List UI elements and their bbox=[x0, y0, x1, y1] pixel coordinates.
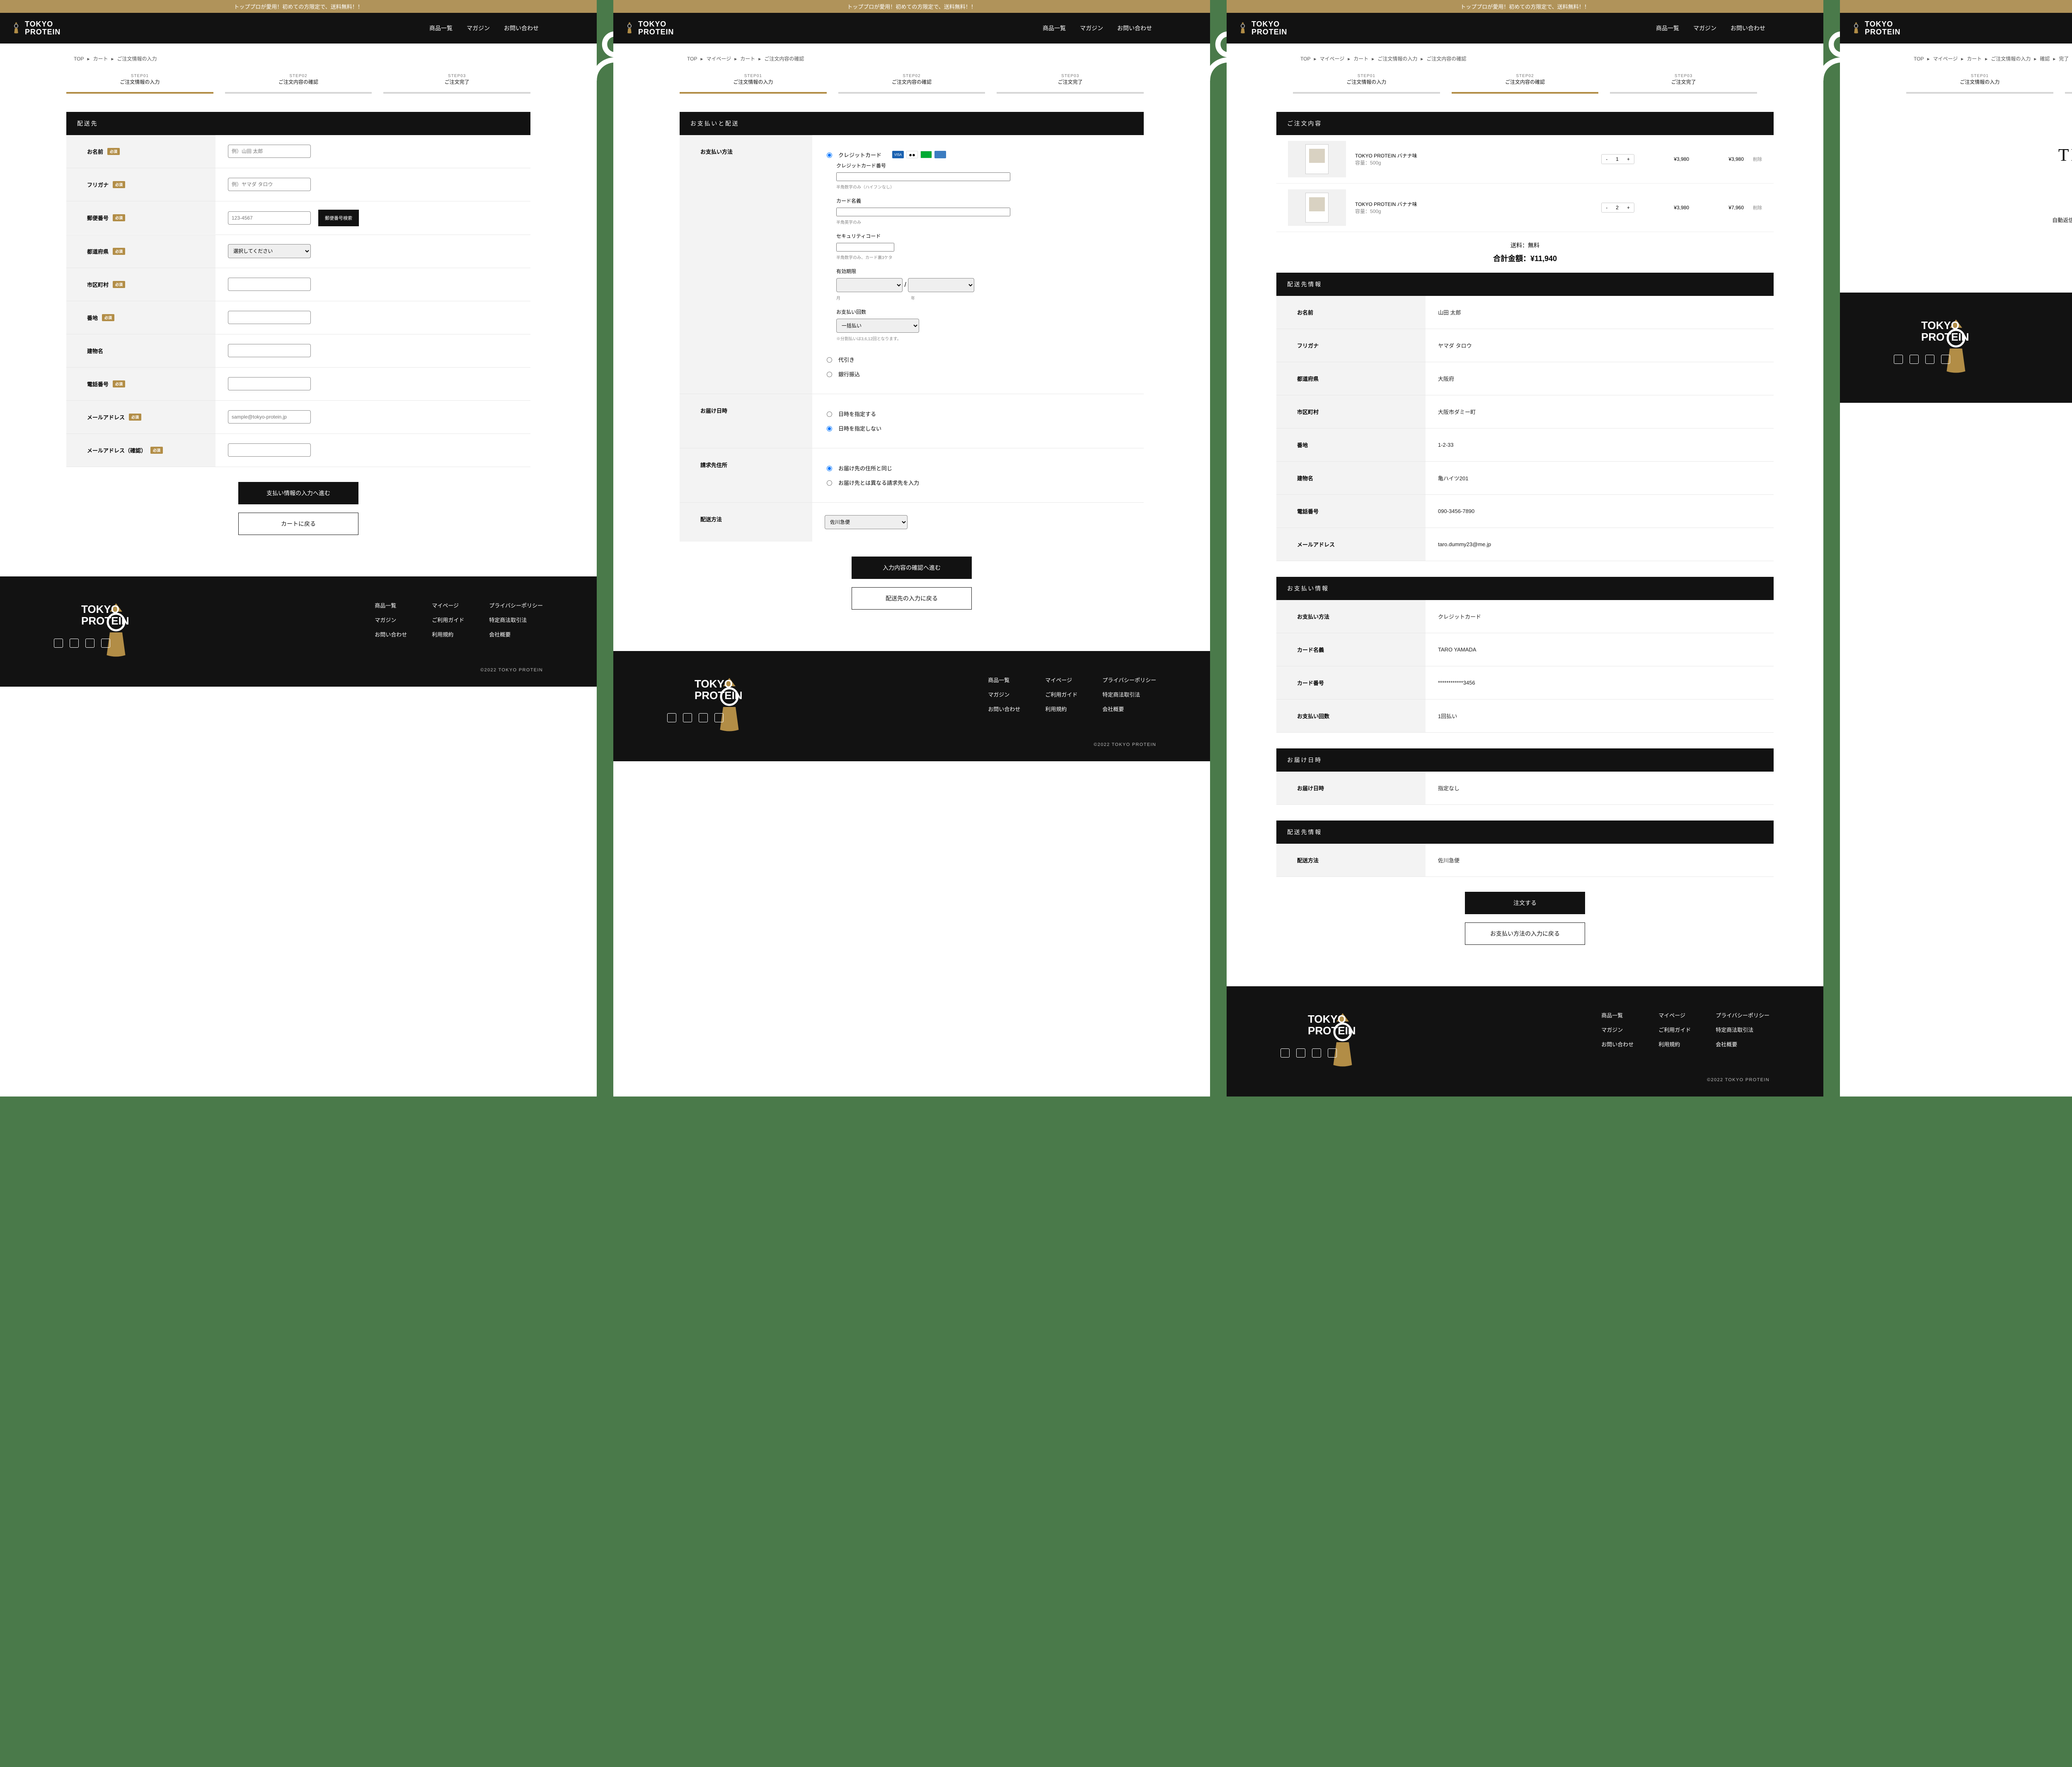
to-payment-button[interactable]: 支払い情報の入力へ進む bbox=[238, 482, 358, 504]
dtime-spec-radio[interactable]: 日時を指定する bbox=[825, 407, 1131, 421]
nav-contact[interactable]: お問い合わせ bbox=[504, 24, 539, 32]
cardname-input[interactable] bbox=[836, 208, 1010, 216]
dtime-none-radio[interactable]: 日時を指定しない bbox=[825, 421, 1131, 436]
instagram-icon[interactable] bbox=[85, 639, 94, 648]
breadcrumb: TOP▸カート▸ご注文情報の入力 bbox=[0, 44, 597, 62]
qty-stepper[interactable]: -1+ bbox=[1601, 154, 1634, 164]
twitter-icon[interactable] bbox=[54, 639, 63, 648]
bldg-input[interactable] bbox=[228, 344, 311, 357]
step-2: STEP02ご注文内容の確認 bbox=[225, 74, 372, 94]
to-confirm-button[interactable]: 入力内容の確認へ進む bbox=[852, 557, 972, 579]
promo-banner: トッププロが愛用！初めての方限定で、送料無料！！ bbox=[0, 0, 597, 13]
addr-input[interactable] bbox=[228, 311, 311, 324]
header: TOKYOPROTEIN 商品一覧 マガジン お問い合わせ bbox=[0, 13, 597, 44]
pref-select[interactable]: 選択してください bbox=[228, 244, 311, 258]
name-input[interactable] bbox=[228, 145, 311, 158]
bill-same-radio[interactable]: お届け先の住所と同じ bbox=[825, 461, 1131, 475]
shipping-title: 配送先 bbox=[66, 112, 530, 135]
step-3: STEP03ご注文完了 bbox=[383, 74, 530, 94]
cart-icon[interactable] bbox=[576, 24, 585, 33]
zip-search-button[interactable]: 郵便番号検索 bbox=[318, 210, 359, 226]
nav-products[interactable]: 商品一覧 bbox=[429, 24, 453, 32]
thumb-icon bbox=[1288, 141, 1346, 177]
bill-other-radio[interactable]: お届け先とは異なる請求先を入力 bbox=[825, 475, 1131, 490]
promo-banner: トッププロが愛用！初めての方限定で、送料無料！！ bbox=[613, 0, 1210, 13]
cvv-input[interactable] bbox=[836, 243, 894, 252]
thank-you-heading: THANK YOU！！ bbox=[1840, 141, 2072, 166]
copyright: ©2022 TOKYO PROTEIN bbox=[54, 668, 543, 673]
ship-select[interactable]: 佐川急便 bbox=[825, 515, 908, 529]
pay-bank-radio[interactable]: 銀行振込 bbox=[825, 367, 1131, 381]
kana-input[interactable] bbox=[228, 178, 311, 191]
cart-icon[interactable] bbox=[1189, 24, 1198, 33]
cart-item: TOKYO PROTEIN バナナ味容量：500g -2+ ¥3,980¥7,9… bbox=[1276, 184, 1774, 232]
back-pay-button[interactable]: お支払い方法の入力に戻る bbox=[1465, 922, 1585, 945]
pay-cod-radio[interactable]: 代引き bbox=[825, 352, 1131, 367]
brand-logo[interactable]: TOKYOPROTEIN bbox=[12, 20, 61, 36]
exp-year-select[interactable] bbox=[908, 278, 974, 292]
exp-month-select[interactable] bbox=[836, 278, 903, 292]
tel-input[interactable] bbox=[228, 377, 311, 390]
mail-input[interactable] bbox=[228, 410, 311, 424]
cardno-input[interactable] bbox=[836, 172, 1010, 181]
back-cart-button[interactable]: カートに戻る bbox=[238, 513, 358, 535]
brand-logo[interactable]: TOKYOPROTEIN bbox=[625, 20, 674, 36]
step-1: STEP01ご注文情報の入力 bbox=[66, 74, 213, 94]
times-select[interactable]: 一括払い bbox=[836, 319, 919, 333]
payment-title: お支払いと配送 bbox=[680, 112, 1144, 135]
order-button[interactable]: 注文する bbox=[1465, 892, 1585, 914]
user-icon[interactable] bbox=[553, 24, 562, 33]
back-ship-button[interactable]: 配送先の入力に戻る bbox=[852, 587, 972, 610]
user-icon[interactable] bbox=[1166, 24, 1175, 33]
city-input[interactable] bbox=[228, 278, 311, 291]
nav-magazine[interactable]: マガジン bbox=[467, 24, 490, 32]
pay-credit-radio[interactable]: クレジットカードVISA●● bbox=[825, 148, 1131, 162]
zip-input[interactable] bbox=[228, 211, 311, 225]
delete-button[interactable]: 削除 bbox=[1753, 156, 1762, 162]
facebook-icon[interactable] bbox=[70, 639, 79, 648]
cart-item: TOKYO PROTEIN バナナ味容量：500g -1+ ¥3,980¥3,9… bbox=[1276, 135, 1774, 184]
footer: TOKYOPROTEIN 商品一覧マガジンお問い合わせ マイページご利用ガイド利… bbox=[0, 576, 597, 687]
line-icon[interactable] bbox=[101, 639, 110, 648]
mail2-input[interactable] bbox=[228, 443, 311, 457]
